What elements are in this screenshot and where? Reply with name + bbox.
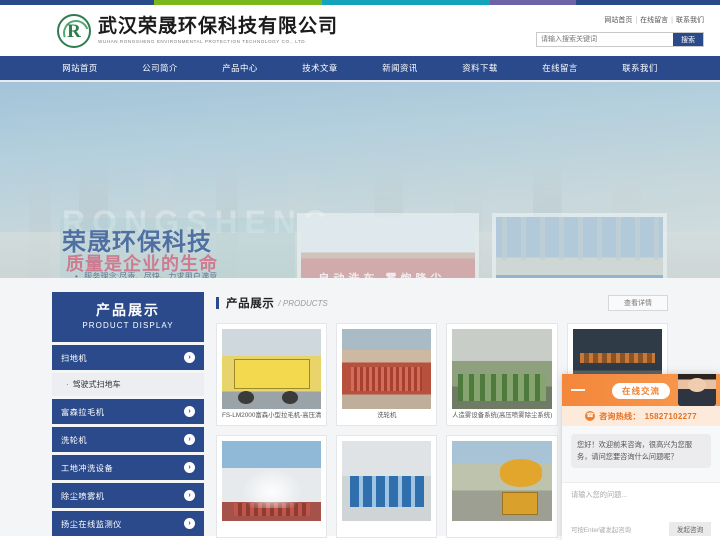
sidebar-item-label: 扫地机 [61, 353, 88, 363]
hotline-number: 15827102277 [644, 411, 697, 421]
sidebar-title-cn: 产品展示 [96, 302, 160, 318]
nav-item-downloads[interactable]: 资料下载 [440, 55, 520, 81]
sidebar-title-en: PRODUCT DISPLAY [82, 321, 174, 330]
logo-icon: R [57, 14, 91, 48]
online-chat-widget[interactable]: 在线交流 ☎ 咨询热线： 15827102277 您好！欢迎前来咨询，很高兴为您… [562, 374, 720, 540]
search-button[interactable]: 搜索 [673, 33, 703, 46]
product-caption: 人造雾设备系统(高压喷雾除尘系统) [452, 412, 553, 419]
sidebar-item-ride-on-sweeper[interactable]: 驾驶式扫地车 [52, 373, 204, 396]
chat-send-button[interactable]: 发起咨询 [669, 522, 711, 536]
banner-photo-truck-wash [297, 213, 479, 278]
product-caption: FS-LM2000富森小型拉毛机-高压清 [222, 412, 322, 419]
chat-message-area: 您好！欢迎前来咨询，很高兴为您服务，请问您要咨询什么问题呢？ [562, 426, 720, 482]
hotline-label: 咨询热线： [599, 411, 641, 421]
section-title-en: / PRODUCTS [278, 298, 328, 308]
chevron-right-icon: › [184, 462, 195, 473]
sidebar-subitem-label: 驾驶式扫地车 [72, 380, 121, 389]
section-accent-bar [216, 297, 219, 309]
link-separator: | [635, 17, 638, 24]
sidebar-header: 产品展示 PRODUCT DISPLAY [52, 292, 204, 342]
hero-banner[interactable]: RONGSHENG 荣晟环保科技 质量是企业的生命 MARKET IS THE … [0, 82, 720, 278]
chevron-right-icon: › [184, 490, 195, 501]
sidebar-item-dust-monitor[interactable]: 扬尘在线监测仪 › [52, 511, 204, 536]
nav-item-articles[interactable]: 技术文章 [280, 55, 360, 81]
chat-header: 在线交流 [562, 374, 720, 406]
product-card[interactable] [216, 435, 328, 538]
product-thumbnail [342, 441, 432, 521]
banner-bullet-list: 服务理念:尽责、尽快、力求用户满意 企业精神:诚信、创新、超越 产品承诺:先卖人… [75, 268, 290, 278]
product-card[interactable] [446, 435, 559, 538]
quick-link-home[interactable]: 网站首页 [604, 17, 632, 24]
section-header: 产品展示 / PRODUCTS 查看详情 [216, 292, 668, 314]
logo-letter: R [67, 20, 81, 42]
company-name-cn: 武汉荣晟环保科技有限公司 [98, 16, 339, 37]
search-box: 搜索 [536, 32, 704, 47]
link-separator: | [671, 17, 673, 24]
agent-avatar [678, 374, 716, 406]
chevron-right-icon: › [184, 518, 195, 529]
chat-greeting-bubble: 您好！欢迎前来咨询，很高兴为您服务，请问您要咨询什么问题呢？ [571, 434, 711, 468]
phone-icon: ☎ [585, 411, 596, 421]
nav-item-news[interactable]: 新闻资讯 [360, 55, 440, 81]
header-right: 网站首页|在线留言|联系我们 搜索 [536, 15, 704, 47]
sidebar-item-label: 洗轮机 [61, 435, 88, 445]
product-thumbnail [342, 329, 432, 409]
nav-item-products[interactable]: 产品中心 [200, 55, 280, 81]
site-logo[interactable]: R 武汉荣晟环保科技有限公司 WUHAN RONGSHENG ENVIRONME… [57, 14, 338, 48]
sidebar-item-label: 工地冲洗设备 [61, 463, 114, 473]
view-detail-button[interactable]: 查看详情 [608, 295, 668, 311]
quick-link-message[interactable]: 在线留言 [640, 17, 668, 24]
product-card[interactable] [336, 435, 438, 538]
quick-links: 网站首页 | 在线留言 | 联系我们 [536, 15, 704, 26]
banner-bullet: 服务理念:尽责、尽快、力求用户满意 [75, 268, 290, 278]
nav-item-about[interactable]: 公司简介 [120, 55, 200, 81]
chevron-right-icon: › [184, 406, 195, 417]
product-thumbnail [452, 329, 553, 409]
search-input[interactable] [537, 33, 673, 46]
sidebar-item-label: 除尘喷雾机 [61, 491, 105, 501]
section-title-cn: 产品展示 [226, 298, 275, 310]
chat-hotline: ☎ 咨询热线： 15827102277 [562, 406, 720, 426]
product-caption: 洗轮机 [377, 412, 397, 419]
main-navigation: 网站首页 公司简介 产品中心 技术文章 新闻资讯 资料下载 在线留言 联系我们 [0, 56, 720, 82]
quick-link-contact[interactable]: 联系我们 [676, 17, 704, 24]
chevron-right-icon: › [184, 352, 195, 363]
sidebar-item-site-washing-equipment[interactable]: 工地冲洗设备 › [52, 455, 204, 480]
product-caption [222, 523, 321, 533]
banner-photo1-image [301, 217, 475, 278]
product-card[interactable]: 洗轮机 [336, 323, 438, 426]
banner-photo2-image [496, 217, 663, 278]
sidebar-item-label: 富森拉毛机 [61, 407, 105, 417]
product-thumbnail [222, 329, 322, 409]
sidebar-item-wheel-washer[interactable]: 洗轮机 › [52, 427, 204, 452]
page-root: R 武汉荣晟环保科技有限公司 WUHAN RONGSHENG ENVIRONME… [0, 0, 720, 540]
chat-enter-hint: 可按Enter键发起咨询 [571, 526, 632, 534]
nav-item-message[interactable]: 在线留言 [520, 55, 600, 81]
nav-item-home[interactable]: 网站首页 [40, 55, 120, 81]
sidebar-item-label: 扬尘在线监测仪 [61, 519, 122, 529]
product-caption [342, 523, 431, 533]
chat-title: 在线交流 [611, 383, 670, 399]
sidebar-item-dust-sprayer[interactable]: 除尘喷雾机 › [52, 483, 204, 508]
banner-photo-wheel-washer [492, 213, 667, 278]
site-header: R 武汉荣晟环保科技有限公司 WUHAN RONGSHENG ENVIRONME… [0, 5, 720, 56]
nav-item-contact[interactable]: 联系我们 [600, 55, 680, 81]
company-name-en: WUHAN RONGSHENG ENVIRONMENTAL PROTECTION… [98, 39, 307, 44]
sidebar-item-sweeper[interactable]: 扫地机 › [52, 345, 204, 370]
product-thumbnail [452, 441, 553, 521]
chat-footer: 可按Enter键发起咨询 发起咨询 [562, 522, 720, 540]
sidebar-item-fusen-roughening[interactable]: 富森拉毛机 › [52, 399, 204, 424]
product-sidebar: 产品展示 PRODUCT DISPLAY 扫地机 › 驾驶式扫地车 富森拉毛机 … [52, 292, 204, 536]
product-caption [452, 523, 552, 533]
product-thumbnail [222, 441, 322, 521]
product-card[interactable]: 人造雾设备系统(高压喷雾除尘系统) [446, 323, 559, 426]
product-card[interactable]: FS-LM2000富森小型拉毛机-高压清 [216, 323, 328, 426]
chevron-right-icon: › [184, 434, 195, 445]
chat-input-placeholder[interactable]: 请输入您的问题... [562, 482, 720, 522]
